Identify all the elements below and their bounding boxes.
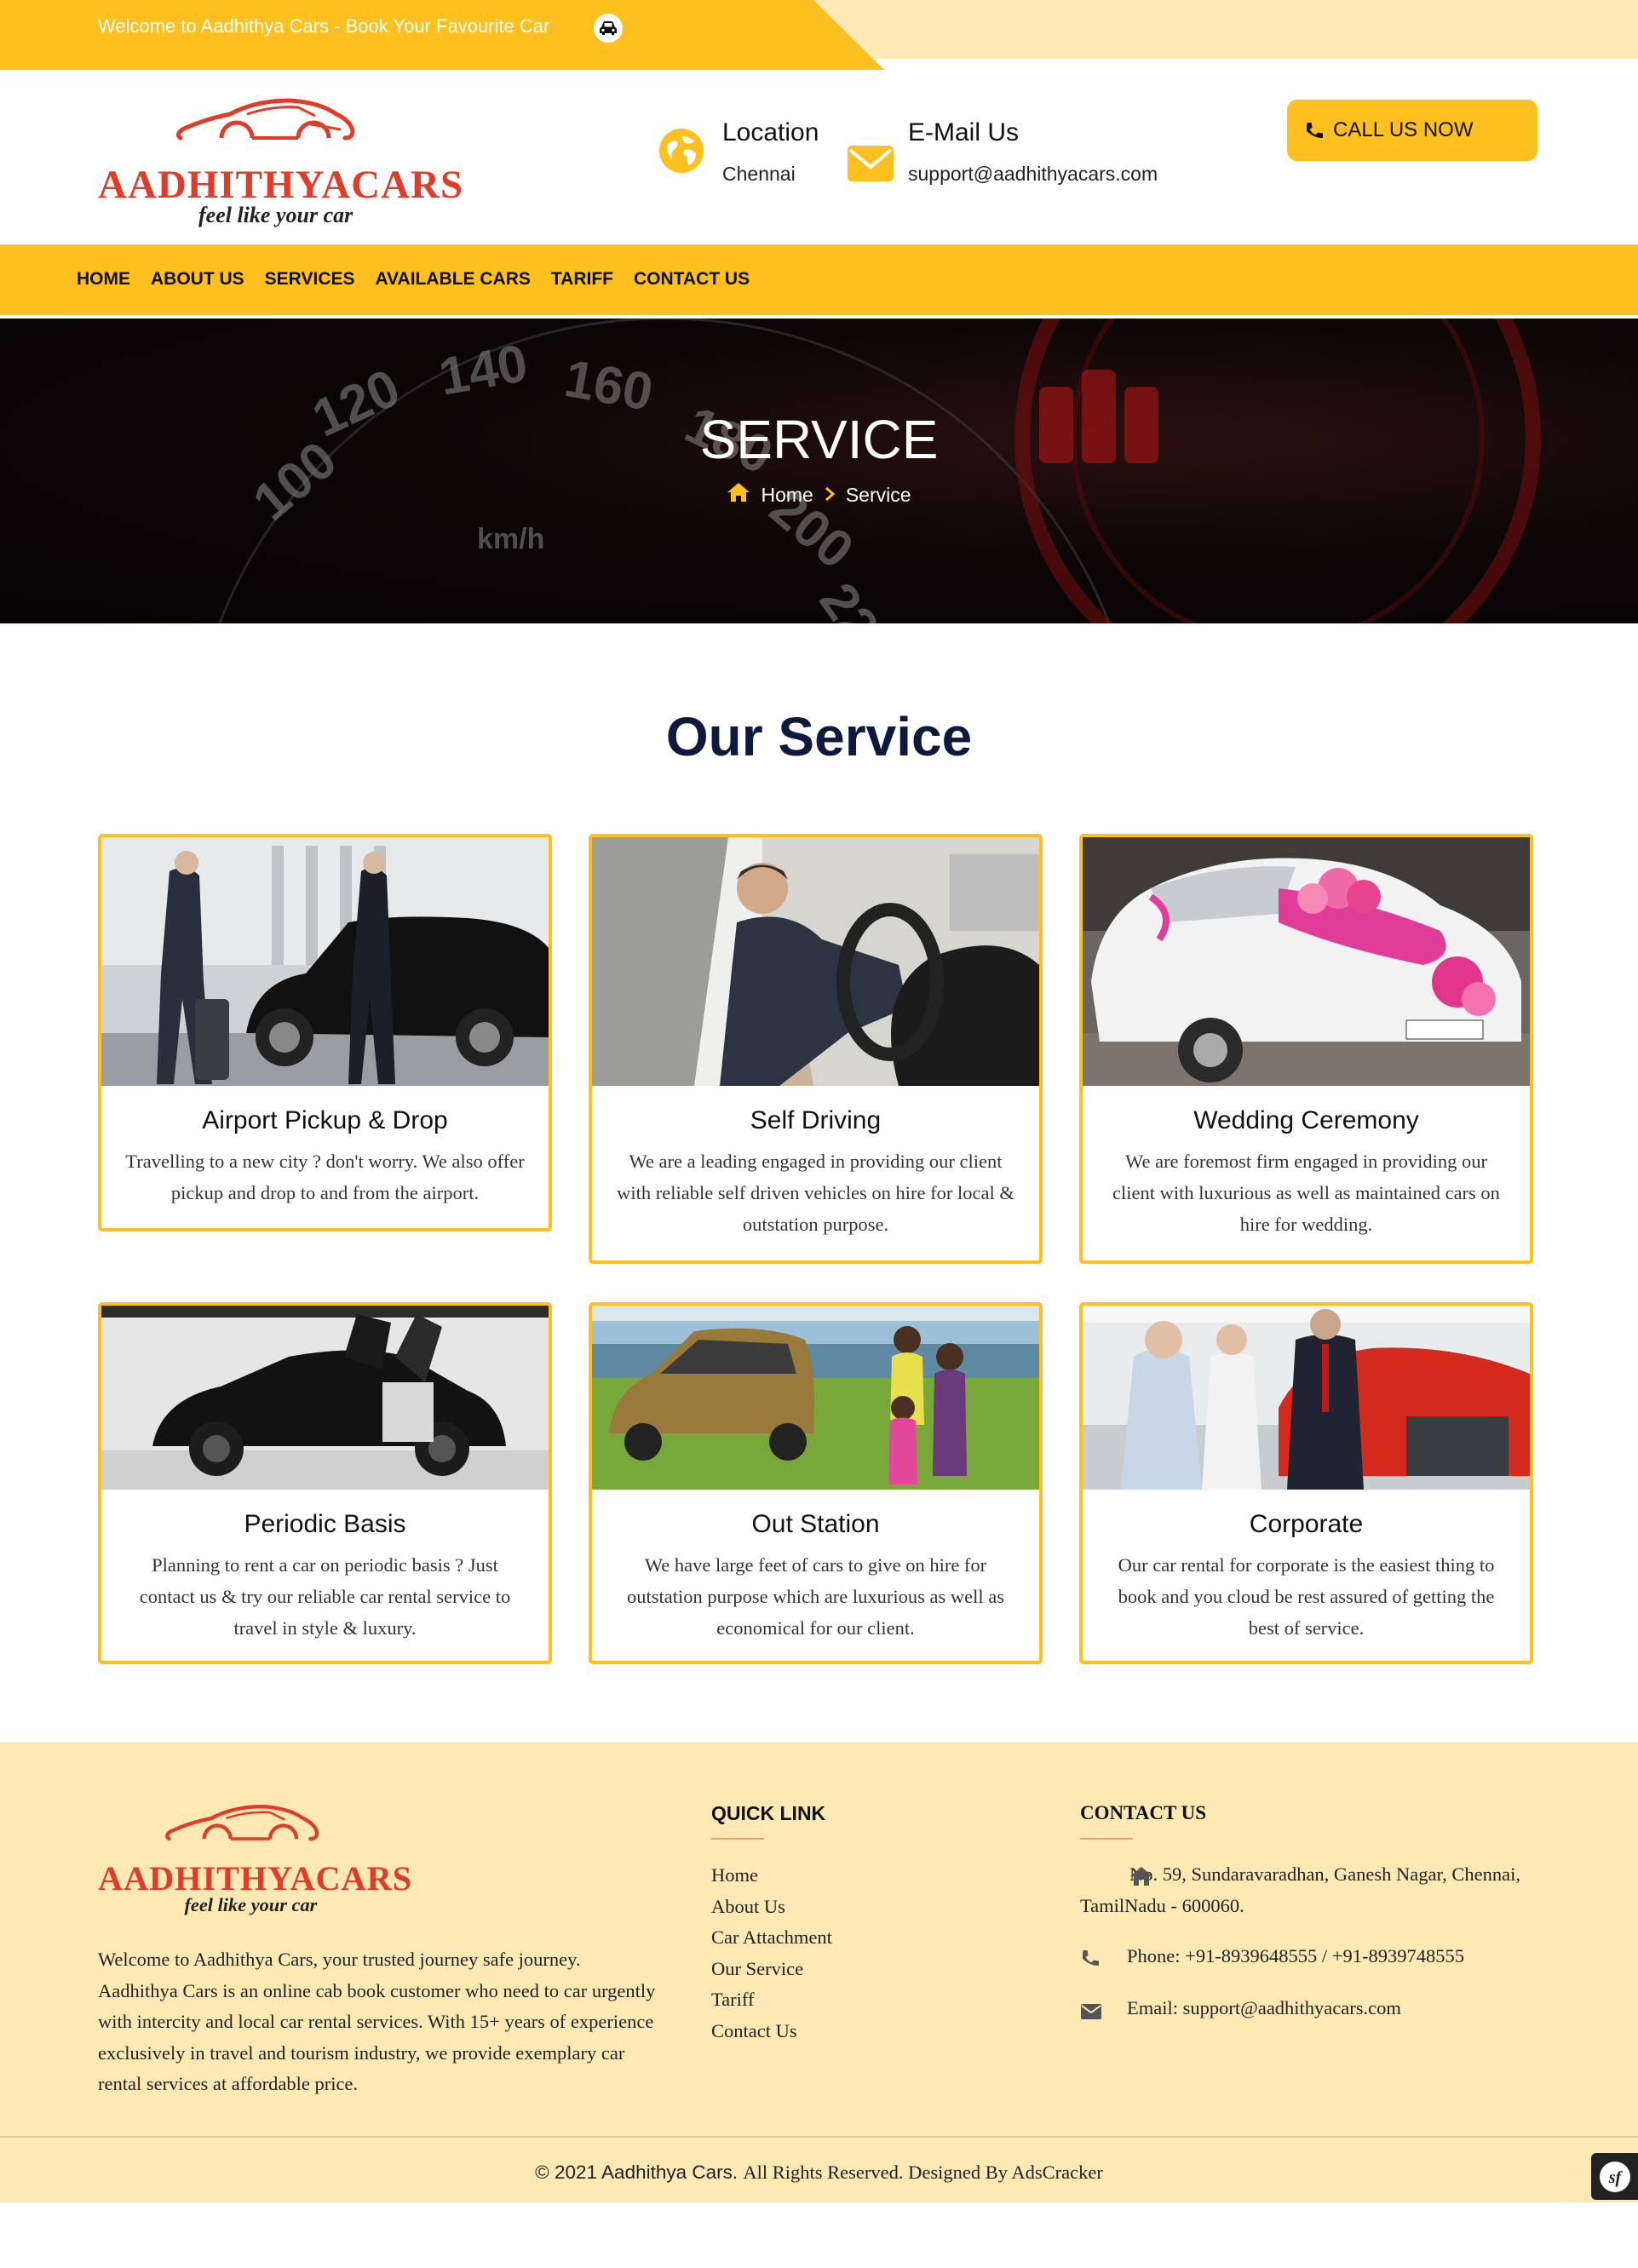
service-image-periodic bbox=[101, 1306, 549, 1490]
section-title: Our Service bbox=[665, 706, 973, 767]
service-name: Self Driving bbox=[750, 1106, 882, 1134]
email-title: E-Mail Us bbox=[908, 118, 1020, 146]
footer-logo-text: AADHITHYACARS bbox=[98, 1859, 413, 1898]
call-us-button[interactable]: CALL US NOW bbox=[1287, 100, 1537, 161]
contact-phone[interactable]: Phone: +91-8939648555 / +91-8939748555 bbox=[1080, 1940, 1464, 1972]
nav-item-available-cars[interactable]: AVAILABLE CARS bbox=[376, 269, 531, 290]
quick-link-home[interactable]: Home bbox=[711, 1860, 832, 1892]
contact-email[interactable]: Email: support@aadhithyacars.com bbox=[1080, 1992, 1401, 2024]
footer: AADHITHYACARS feel like your car Welcome… bbox=[0, 1743, 1638, 2202]
service-description: Our car rental for corporate is the easi… bbox=[1118, 1554, 1495, 1639]
quick-link-contact-us[interactable]: Contact Us bbox=[711, 2016, 832, 2047]
footer-divider bbox=[0, 2136, 1638, 2138]
copyright-suffix[interactable]: All Rights Reserved. Designed By AdsCrac… bbox=[743, 2162, 1102, 2183]
quick-link-about-us[interactable]: About Us bbox=[711, 1892, 832, 1923]
phone-icon bbox=[1080, 1946, 1101, 1978]
service-name: Corporate bbox=[1249, 1510, 1364, 1538]
contact-email-text: Email: support@aadhithyacars.com bbox=[1127, 1997, 1401, 2018]
nav-item-about-us[interactable]: ABOUT US bbox=[151, 269, 244, 290]
breadcrumb: Home Service bbox=[0, 482, 1638, 508]
quick-links: Home About Us Car Attachment Our Service… bbox=[711, 1860, 832, 2047]
service-image-out-station bbox=[592, 1306, 1039, 1490]
globe-icon bbox=[658, 128, 704, 178]
map-marker-icon bbox=[1080, 1864, 1153, 1896]
nav-item-contact-us[interactable]: CONTACT US bbox=[634, 269, 750, 290]
contact-underline bbox=[1080, 1838, 1133, 1840]
logo-tagline: feel like your car bbox=[198, 203, 353, 227]
footer-about-text: Welcome to Aadhithya Cars, your trusted … bbox=[98, 1949, 656, 2094]
call-us-label: CALL US NOW bbox=[1333, 118, 1474, 141]
nav-item-services[interactable]: SERVICES bbox=[265, 269, 355, 290]
service-description: We have large feet of cars to give on hi… bbox=[626, 1554, 1005, 1639]
phone-icon bbox=[1304, 120, 1325, 141]
mail-icon bbox=[847, 145, 894, 187]
service-name: Airport Pickup & Drop bbox=[202, 1106, 448, 1134]
email-info[interactable]: E-Mail Us support@aadhithyacars.com bbox=[908, 118, 1158, 186]
copyright-prefix: © 2021 Aadhithya Cars. bbox=[535, 2162, 739, 2183]
service-card-wedding[interactable]: Wedding Ceremony We are foremost firm en… bbox=[1079, 834, 1533, 1264]
footer-logo-tagline: feel like your car bbox=[184, 1894, 318, 1916]
service-image-wedding bbox=[1083, 837, 1530, 1086]
service-image-corporate bbox=[1083, 1306, 1530, 1490]
logo-text: AADHITHYACARS bbox=[98, 163, 464, 207]
location-value: Chennai bbox=[722, 163, 796, 185]
contact-title: CONTACT US bbox=[1080, 1802, 1207, 1823]
car-icon bbox=[594, 14, 623, 43]
service-description: Planning to rent a car on periodic basis… bbox=[139, 1554, 511, 1639]
top-bar: Welcome to Aadhithya Cars - Book Your Fa… bbox=[0, 0, 1638, 70]
service-card-airport[interactable]: Airport Pickup & Drop Travelling to a ne… bbox=[98, 834, 552, 1232]
service-image-airport bbox=[101, 837, 549, 1086]
mail-icon bbox=[1080, 1998, 1102, 2030]
copyright: © 2021 Aadhithya Cars. All Rights Reserv… bbox=[0, 2162, 1638, 2184]
breadcrumb-current: Service bbox=[845, 483, 911, 506]
service-name: Out Station bbox=[751, 1510, 880, 1538]
quick-link-car-attachment[interactable]: Car Attachment bbox=[711, 1922, 832, 1954]
site-logo[interactable]: AADHITHYACARS feel like your car bbox=[98, 95, 463, 232]
svg-text:sf: sf bbox=[1607, 2168, 1623, 2187]
page-banner: 100 120 140 160 180 200 220 km/h SERVICE… bbox=[0, 319, 1638, 623]
svg-text:140: 140 bbox=[434, 334, 532, 407]
welcome-text: Welcome to Aadhithya Cars - Book Your Fa… bbox=[98, 15, 550, 37]
svg-text:220: 220 bbox=[808, 572, 907, 623]
page-title: SERVICE bbox=[699, 409, 939, 470]
svg-text:km/h: km/h bbox=[477, 523, 544, 555]
location-title: Location bbox=[722, 118, 819, 146]
home-icon bbox=[727, 482, 750, 508]
service-name: Wedding Ceremony bbox=[1193, 1106, 1419, 1134]
contact-phone-text: Phone: +91-8939648555 / +91-8939748555 bbox=[1127, 1945, 1464, 1967]
quick-link-underline bbox=[711, 1838, 764, 1840]
footer-logo[interactable]: AADHITHYACARS feel like your car bbox=[98, 1802, 411, 1920]
service-name: Periodic Basis bbox=[244, 1510, 406, 1538]
service-card-periodic[interactable]: Periodic Basis Planning to rent a car on… bbox=[98, 1302, 552, 1664]
speedometer-background: 100 120 140 160 180 200 220 km/h bbox=[218, 319, 1541, 623]
contact-address: No. 59, Sundaravaradhan, Ganesh Nagar, C… bbox=[1080, 1858, 1523, 1921]
nav-item-home[interactable]: HOME bbox=[77, 269, 130, 290]
service-image-self-driving bbox=[592, 837, 1039, 1086]
service-description: Travelling to a new city ? don't worry. … bbox=[125, 1151, 525, 1203]
symfony-icon[interactable]: sf bbox=[1591, 2153, 1638, 2200]
service-description: We are foremost firm engaged in providin… bbox=[1112, 1151, 1500, 1235]
nav-item-tariff[interactable]: TARIFF bbox=[551, 269, 613, 290]
main-navigation: HOME ABOUT US SERVICES AVAILABLE CARS TA… bbox=[0, 244, 1638, 315]
service-card-out-station[interactable]: Out Station We have large feet of cars t… bbox=[589, 1302, 1043, 1664]
logo-car-icon bbox=[165, 1805, 319, 1841]
quick-link-our-service[interactable]: Our Service bbox=[711, 1954, 832, 1985]
email-value[interactable]: support@aadhithyacars.com bbox=[908, 163, 1158, 186]
breadcrumb-home[interactable]: Home bbox=[761, 484, 813, 507]
service-card-self-driving[interactable]: Self Driving We are a leading engaged in… bbox=[589, 834, 1043, 1264]
service-card-corporate[interactable]: Corporate Our car rental for corporate i… bbox=[1079, 1302, 1533, 1664]
quick-link-tariff[interactable]: Tariff bbox=[711, 1984, 832, 2016]
location-info: Location Chennai bbox=[722, 118, 819, 186]
logo-car-icon bbox=[175, 98, 355, 141]
service-description: We are a leading engaged in providing ou… bbox=[617, 1151, 1014, 1235]
chevron-right-icon bbox=[824, 484, 836, 507]
quick-link-title: QUICK LINK bbox=[711, 1802, 826, 1824]
